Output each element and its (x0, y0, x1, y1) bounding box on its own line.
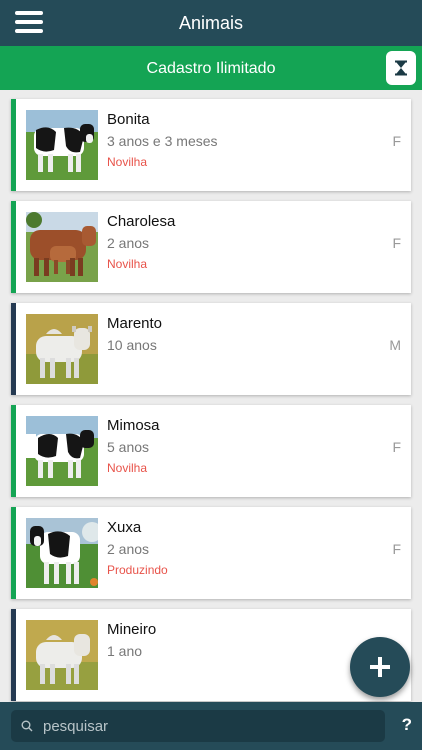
animal-name: Mineiro (107, 621, 157, 638)
plan-banner: Cadastro Ilimitado (0, 46, 422, 90)
animal-card[interactable]: Xuxa 2 anos Produzindo F (11, 507, 411, 599)
animal-card[interactable]: Charolesa 2 anos Novilha F (11, 201, 411, 293)
animal-sex: M (389, 337, 401, 353)
animal-photo (26, 314, 98, 384)
animal-name: Mimosa (107, 417, 160, 434)
animal-card[interactable]: Mineiro 1 ano M (11, 609, 411, 701)
animal-card[interactable]: Mimosa 5 anos Novilha F (11, 405, 411, 497)
animal-status: Novilha (107, 257, 148, 271)
animal-photo (26, 620, 98, 690)
animal-photo (26, 416, 98, 486)
animal-age: 1 ano (107, 643, 143, 659)
animal-photo (26, 110, 98, 180)
animal-status: Novilha (107, 461, 148, 475)
sex-stripe (11, 609, 16, 701)
animal-card[interactable]: Bonita 3 anos e 3 meses Novilha F (11, 99, 411, 191)
animal-sex: F (392, 439, 401, 455)
sex-stripe (11, 201, 16, 293)
hourglass-icon (395, 60, 407, 76)
animal-photo (26, 518, 98, 588)
search-box[interactable] (11, 710, 385, 742)
animal-age: 3 anos e 3 meses (107, 133, 218, 149)
animal-status: Produzindo (107, 563, 168, 577)
animal-name: Xuxa (107, 519, 142, 536)
animal-card[interactable]: Marento 10 anos M (11, 303, 411, 395)
animal-status: Novilha (107, 155, 148, 169)
sex-stripe (11, 507, 16, 599)
page-title: Animais (178, 13, 244, 33)
add-animal-button[interactable] (350, 637, 410, 697)
animal-photo (26, 212, 98, 282)
animal-list[interactable]: Bonita 3 anos e 3 meses Novilha F Charol (0, 90, 422, 702)
animal-age: 10 anos (107, 337, 157, 353)
animal-name: Bonita (107, 111, 150, 128)
animal-age: 5 anos (107, 439, 150, 455)
animal-age: 2 anos (107, 235, 150, 251)
bottom-search-bar: ? (0, 702, 422, 750)
sex-stripe (11, 405, 16, 497)
plan-banner-text: Cadastro Ilimitado (146, 60, 276, 77)
search-input[interactable] (43, 710, 373, 742)
help-button[interactable]: ? (402, 715, 412, 735)
search-icon (21, 720, 33, 732)
animal-sex: F (392, 133, 401, 149)
sex-stripe (11, 303, 16, 395)
plus-icon (370, 657, 390, 677)
sex-stripe (11, 99, 16, 191)
animal-age: 2 anos (107, 541, 150, 557)
animal-name: Marento (107, 315, 163, 332)
animal-sex: F (392, 541, 401, 557)
animal-sex: F (392, 235, 401, 251)
animal-name: Charolesa (107, 213, 176, 230)
hourglass-button[interactable] (386, 51, 416, 85)
top-app-bar: Animais (0, 0, 422, 46)
